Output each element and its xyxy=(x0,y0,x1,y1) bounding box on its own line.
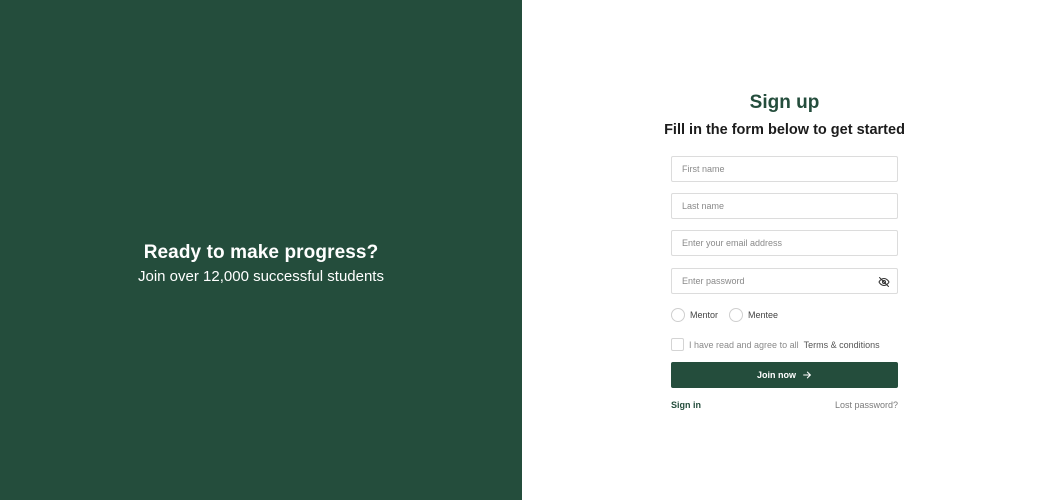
signup-form: Sign up Fill in the form below to get st… xyxy=(664,92,905,410)
role-label: Mentee xyxy=(748,310,779,320)
form-footer: Sign in Lost password? xyxy=(671,400,898,410)
password-group xyxy=(671,268,898,294)
hero-title: Ready to make progress? xyxy=(143,241,379,263)
email-field[interactable] xyxy=(671,230,898,256)
hero-panel: Ready to make progress? Join over 12,000… xyxy=(0,0,522,500)
form-subtitle: Fill in the form below to get started xyxy=(664,122,905,138)
terms-text: I have read and agree to all xyxy=(689,339,799,350)
terms-link[interactable]: Terms & conditions xyxy=(804,340,880,350)
radio-button[interactable] xyxy=(729,308,744,322)
lost-password-link[interactable]: Lost password? xyxy=(835,400,898,410)
radio-button[interactable] xyxy=(671,308,685,322)
role-option-mentee[interactable]: Mentee xyxy=(729,308,778,322)
eye-off-icon[interactable] xyxy=(878,275,890,287)
page-title: Sign up xyxy=(749,92,820,113)
join-now-button[interactable]: Join now xyxy=(671,362,898,388)
terms-row: I have read and agree to all Terms & con… xyxy=(671,338,880,351)
hero-subtitle: Join over 12,000 successful students xyxy=(138,267,384,285)
arrow-right-icon xyxy=(802,370,812,380)
sign-in-link[interactable]: Sign in xyxy=(671,400,701,410)
join-now-label: Join now xyxy=(757,370,796,380)
password-field[interactable] xyxy=(671,268,898,294)
last-name-field[interactable] xyxy=(671,193,898,219)
terms-checkbox[interactable] xyxy=(671,338,684,351)
signup-panel: Sign up Fill in the form below to get st… xyxy=(522,0,1042,500)
role-radio-group: Mentor Mentee xyxy=(671,308,789,322)
role-option-mentor[interactable]: Mentor xyxy=(671,308,718,322)
first-name-field[interactable] xyxy=(671,156,898,182)
role-label: Mentor xyxy=(690,310,719,320)
